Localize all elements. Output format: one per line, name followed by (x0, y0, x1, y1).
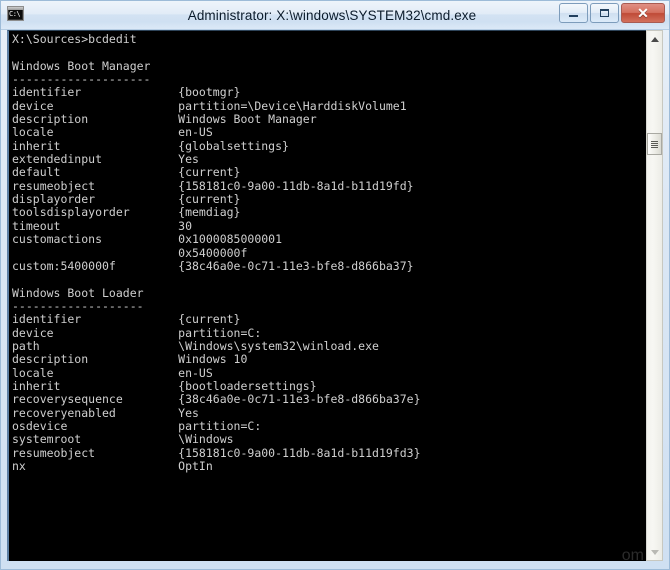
console-line: extendedinput Yes (12, 152, 199, 167)
chevron-up-icon (650, 36, 659, 42)
console-line: inherit {bootloadersettings} (12, 378, 317, 393)
title-bar[interactable]: C:\ Administrator: X:\windows\SYSTEM32\c… (1, 1, 669, 30)
console-line: device partition=C: (12, 325, 262, 340)
close-icon: ✕ (637, 5, 649, 21)
console-line: resumeobject {158181c0-9a00-11db-8a1d-b1… (12, 178, 414, 193)
console-line: toolsdisplayorder {memdiag} (12, 205, 241, 220)
console-line: custom:5400000f {38c46a0e-0c71-11e3-bfe8… (12, 258, 414, 273)
console-line: recoveryenabled Yes (12, 405, 199, 420)
console-line: Windows Boot Loader (12, 285, 144, 300)
console-line: inherit {globalsettings} (12, 138, 289, 153)
console-line: displayorder {current} (12, 192, 241, 207)
cmd-prompt-icon[interactable]: C:\ (7, 6, 24, 21)
console-line: nx OptIn (12, 459, 213, 473)
console-line: identifier {bootmgr} (12, 85, 241, 100)
console-line: recoverysequence {38c46a0e-0c71-11e3-bfe… (12, 392, 421, 407)
console-line: locale en-US (12, 365, 213, 380)
console-line: X:\Sources>bcdedit (12, 32, 137, 46)
vertical-scrollbar[interactable] (646, 30, 663, 561)
console-line: -------------------- (12, 72, 151, 87)
console-line: description Windows Boot Manager (12, 112, 317, 127)
console-line: ------------------- (12, 298, 144, 313)
console-line: systemroot \Windows (12, 432, 234, 447)
console-line: timeout 30 (12, 218, 193, 233)
client-area: X:\Sources>bcdedit Windows Boot Manager --… (1, 30, 669, 569)
console-line: device partition=\Device\HarddiskVolume1 (12, 98, 407, 113)
console-line: osdevice partition=C: (12, 418, 262, 433)
scroll-down-button[interactable] (647, 544, 662, 560)
minimize-button[interactable] (559, 3, 588, 23)
scrollbar-thumb[interactable] (647, 133, 662, 155)
grip-icon (651, 140, 658, 148)
scroll-up-button[interactable] (647, 31, 662, 47)
console-output: X:\Sources>bcdedit Windows Boot Manager --… (12, 32, 646, 561)
console-line: locale en-US (12, 125, 213, 140)
console-line: identifier {current} (12, 312, 241, 327)
icon-prompt-text: C:\ (9, 10, 21, 18)
console-line: 0x5400000f (12, 245, 248, 260)
minimize-icon (569, 15, 578, 17)
window-controls: ✕ (559, 3, 665, 23)
console-line: customactions 0x1000085000001 (12, 232, 283, 247)
console-line: description Windows 10 (12, 352, 248, 367)
console-surface[interactable]: X:\Sources>bcdedit Windows Boot Manager --… (7, 30, 646, 561)
chevron-down-icon (650, 549, 659, 555)
console-line: Windows Boot Manager (12, 58, 151, 73)
close-button[interactable]: ✕ (621, 3, 665, 23)
cmd-window: C:\ Administrator: X:\windows\SYSTEM32\c… (0, 0, 670, 570)
console-line: path \Windows\system32\winload.exe (12, 338, 379, 353)
console-line: default {current} (12, 165, 241, 180)
maximize-icon (600, 9, 609, 17)
maximize-button[interactable] (590, 3, 619, 23)
console-line: resumeobject {158181c0-9a00-11db-8a1d-b1… (12, 445, 421, 460)
